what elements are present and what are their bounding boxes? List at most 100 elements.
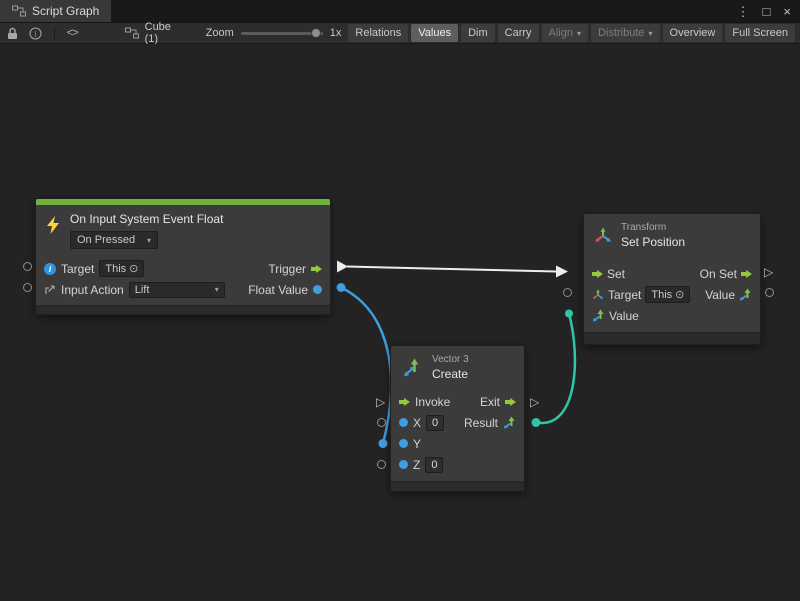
svg-text:i: i [34, 29, 37, 38]
trigger-port-arrow[interactable] [337, 261, 348, 273]
value-wire-end[interactable] [565, 310, 573, 318]
node-transform-set-position[interactable]: Transform Set Position Set On Set [583, 213, 761, 345]
zoom-value: 1x [330, 27, 342, 39]
graph-canvas[interactable]: On Input System Event Float On Pressed ▾… [0, 44, 800, 601]
relations-button[interactable]: Relations [348, 24, 408, 42]
lock-icon[interactable] [5, 27, 20, 40]
wire-trigger-to-set[interactable] [347, 267, 556, 272]
node-vector3-create[interactable]: Vector 3 Create Invoke Exit X 0 Res [390, 345, 525, 492]
x-port-label: X [413, 416, 421, 430]
tab-script-graph[interactable]: Script Graph [0, 0, 111, 22]
z-outer-port[interactable] [377, 460, 386, 469]
on-set-flow-port[interactable] [741, 270, 752, 278]
vector3-node-header: Vector 3 Create [391, 346, 524, 389]
on-set-outer-port[interactable]: ▷ [764, 266, 773, 278]
distribute-dropdown[interactable]: Distribute ▾ [591, 24, 659, 42]
values-button[interactable]: Values [411, 24, 458, 42]
y-row: Y [391, 433, 524, 454]
target-object-value: This [651, 289, 672, 301]
invoke-flow-port[interactable] [399, 398, 410, 406]
script-graph-window: Script Graph ⋮ □ × i <> Cube (1) Zoom [0, 0, 800, 601]
target-object-value: This [105, 263, 126, 275]
chevron-down-icon: ▾ [649, 29, 653, 38]
transform-node-header: Transform Set Position [584, 214, 760, 257]
result-wire-start[interactable] [532, 418, 541, 427]
graph-toolbar: i <> Cube (1) Zoom 1x Relations Values D… [0, 22, 800, 44]
target-port-label: Target [61, 262, 94, 276]
graph-asset-icon [125, 27, 139, 39]
z-value-port[interactable] [399, 460, 408, 469]
trigger-flow-port[interactable] [311, 265, 322, 273]
full-screen-button[interactable]: Full Screen [725, 24, 795, 42]
invoke-exit-row: Invoke Exit [391, 391, 524, 412]
value-out-outer-port[interactable] [765, 288, 774, 297]
zoom-slider[interactable] [241, 32, 323, 35]
window-controls: ⋮ □ × [737, 0, 800, 22]
close-button[interactable]: × [783, 5, 791, 18]
code-preview-icon[interactable]: <> [65, 27, 80, 39]
z-value-input[interactable]: 0 [425, 457, 443, 473]
zoom-control: Zoom 1x [206, 27, 342, 39]
target-value-row: Target This ⊙ Value [584, 284, 760, 305]
input-action-icon [44, 284, 56, 296]
invoke-outer-port[interactable]: ▷ [376, 396, 385, 408]
y-port-wire-end[interactable] [379, 439, 388, 448]
distribute-label: Distribute [598, 27, 644, 39]
zoom-slider-handle[interactable] [311, 28, 321, 38]
event-target-outer-port[interactable] [23, 262, 32, 271]
info-icon[interactable]: i [27, 27, 44, 40]
carry-button[interactable]: Carry [498, 24, 539, 42]
y-port-label: Y [413, 437, 421, 451]
event-input-action-outer-port[interactable] [23, 283, 32, 292]
input-action-dropdown[interactable]: Lift ▾ [129, 282, 225, 298]
dim-button[interactable]: Dim [461, 24, 495, 42]
wire-result-to-value[interactable] [536, 314, 575, 424]
y-value-port[interactable] [399, 439, 408, 448]
target-object-field[interactable]: This ⊙ [645, 286, 690, 303]
x-value-port[interactable] [399, 418, 408, 427]
tab-title: Script Graph [32, 4, 99, 18]
node-footer [391, 481, 524, 491]
transform-target-outer-port[interactable] [563, 288, 572, 297]
value-in-row: Value [584, 305, 760, 326]
vector-value-icon[interactable] [503, 416, 516, 429]
z-port-label: Z [413, 458, 420, 472]
trigger-port-label: Trigger [268, 262, 306, 276]
overview-button[interactable]: Overview [663, 24, 723, 42]
chevron-down-icon: ▾ [215, 285, 219, 294]
vector-value-icon[interactable] [592, 309, 605, 322]
toolbar-divider [54, 27, 55, 40]
chevron-down-icon: ▾ [147, 236, 151, 245]
node-on-input-system-event-float[interactable]: On Input System Event Float On Pressed ▾… [35, 198, 331, 315]
lightning-icon [46, 216, 60, 234]
node-subtitle: Transform [621, 222, 685, 233]
vector-value-icon[interactable] [739, 288, 752, 301]
exit-flow-port[interactable] [505, 398, 516, 406]
zoom-label: Zoom [206, 27, 234, 39]
float-value-port[interactable] [313, 285, 322, 294]
event-mode-dropdown[interactable]: On Pressed ▾ [70, 231, 158, 249]
float-value-port-label: Float Value [248, 283, 308, 297]
on-set-port-label: On Set [700, 267, 737, 281]
set-flow-port[interactable] [592, 270, 603, 278]
exit-port-label: Exit [480, 395, 500, 409]
node-title: Set Position [621, 235, 685, 249]
maximize-button[interactable]: □ [763, 5, 771, 18]
vector3-icon [401, 357, 423, 379]
node-footer [584, 332, 760, 344]
graph-breadcrumb[interactable]: Cube (1) [125, 21, 173, 45]
z-row: Z 0 [391, 454, 524, 475]
scope-icon: ⊙ [675, 288, 684, 301]
input-action-port-label: Input Action [61, 283, 124, 297]
script-graph-icon [12, 5, 26, 17]
window-menu-button[interactable]: ⋮ [737, 5, 750, 18]
result-port-label: Result [464, 416, 498, 430]
node-title: On Input System Event Float [70, 212, 223, 226]
exit-outer-port[interactable]: ▷ [530, 396, 539, 408]
target-object-field[interactable]: This ⊙ [99, 260, 144, 277]
x-value-input[interactable]: 0 [426, 415, 444, 431]
float-value-wire-start[interactable] [337, 283, 346, 292]
input-action-row: Input Action Lift ▾ Float Value [36, 279, 330, 300]
align-dropdown[interactable]: Align ▾ [542, 24, 588, 42]
x-outer-port[interactable] [377, 418, 386, 427]
